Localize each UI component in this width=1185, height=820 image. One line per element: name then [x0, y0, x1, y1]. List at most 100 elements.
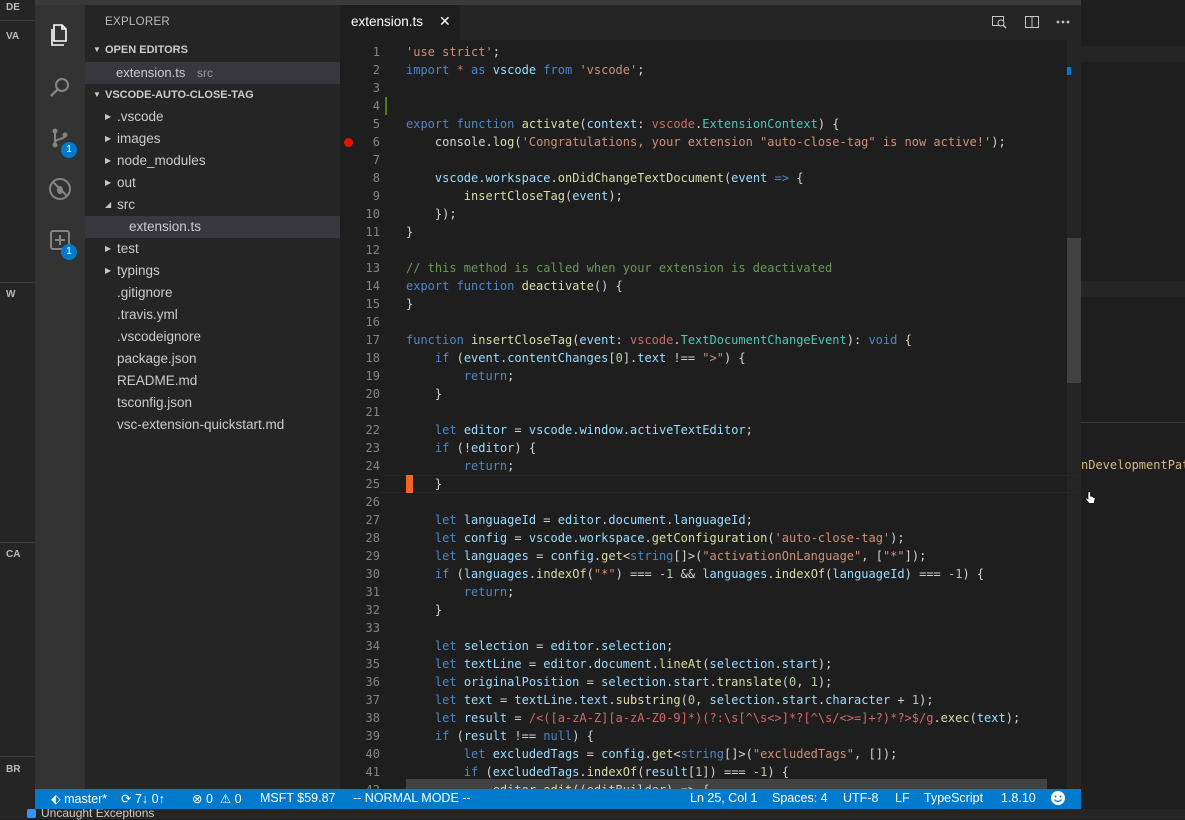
open-editors-header[interactable]: ▼ OPEN EDITORS	[85, 39, 340, 61]
code-line[interactable]: vscode.workspace.onDidChangeTextDocument…	[406, 169, 804, 187]
code-editor[interactable]: 1 'use strict'; 2 import * as vscode from '…	[340, 40, 1081, 789]
code-line[interactable]: if (!editor) {	[406, 439, 536, 457]
chevron-right-icon: ▶	[105, 244, 112, 253]
line-number: 25	[365, 477, 380, 491]
line-number: 36	[365, 675, 380, 689]
end-of-line[interactable]: LF	[895, 791, 910, 805]
tree-folder[interactable]: ▶ typings	[85, 260, 340, 282]
code-line[interactable]: let excludedTags = config.get<string[]>(…	[406, 745, 898, 763]
vim-mode: -- NORMAL MODE --	[353, 791, 471, 805]
code-line[interactable]: insertCloseTag(event);	[406, 187, 623, 205]
code-line[interactable]: 'use strict';	[406, 43, 500, 61]
code-line[interactable]: import * as vscode from 'vscode';	[406, 61, 644, 79]
stock-ticker[interactable]: MSFT $59.87	[260, 791, 336, 805]
code-line[interactable]: return;	[406, 367, 515, 385]
code-line[interactable]: function insertCloseTag(event: vscode.Te…	[406, 331, 912, 349]
tree-item-label: src	[117, 197, 135, 212]
tree-folder[interactable]: ▶ test	[85, 238, 340, 260]
more-actions-icon[interactable]	[1054, 13, 1072, 31]
tree-file[interactable]: README.md	[85, 370, 340, 392]
code-line[interactable]: // this method is called when your exten…	[406, 259, 832, 277]
line-number: 5	[372, 117, 380, 131]
version[interactable]: 1.8.10	[1001, 791, 1036, 805]
indentation[interactable]: Spaces: 4	[772, 791, 828, 805]
code-line[interactable]: if (languages.indexOf("*") === -1 && lan…	[406, 565, 984, 583]
code-line[interactable]: let selection = editor.selection;	[406, 637, 673, 655]
explorer-icon[interactable]	[35, 10, 85, 60]
scrollbar-thumb[interactable]	[1067, 238, 1081, 383]
tree-item-label: extension.ts	[129, 219, 202, 234]
feedback-smiley-icon[interactable]	[1050, 790, 1066, 809]
tree-file[interactable]: .gitignore	[85, 282, 340, 304]
project-header[interactable]: ▼ VSCODE-AUTO-CLOSE-TAG	[85, 84, 340, 106]
code-line[interactable]: }	[406, 385, 442, 403]
language-mode[interactable]: TypeScript	[924, 791, 983, 805]
line-number: 4	[372, 99, 380, 113]
tree-folder[interactable]: ▶ images	[85, 128, 340, 150]
tree-item-label: .travis.yml	[117, 307, 178, 322]
code-line[interactable]: }	[406, 223, 413, 241]
code-line[interactable]: let text = textLine.text.substring(0, se…	[406, 691, 934, 709]
open-editor-item[interactable]: extension.ts src	[85, 62, 340, 84]
code-line[interactable]: let languages = config.get<string[]>("ac…	[406, 547, 926, 565]
source-control-icon[interactable]: 1	[35, 113, 85, 163]
tree-folder[interactable]: ▶ out	[85, 172, 340, 194]
line-number: 26	[365, 495, 380, 509]
code-line[interactable]: if (excludedTags.indexOf(result[1]) === …	[406, 763, 789, 781]
close-icon[interactable]: ✕	[439, 13, 451, 30]
extensions-icon[interactable]: 1	[35, 215, 85, 265]
code-line[interactable]: let editor = vscode.window.activeTextEdi…	[406, 421, 753, 439]
breakpoint-icon[interactable]	[344, 138, 353, 147]
code-line[interactable]: let result = /<([a-zA-Z][a-zA-Z0-9]*)(?:…	[406, 709, 1020, 727]
code-line[interactable]: export function activate(context: vscode…	[406, 115, 840, 133]
code-line[interactable]: }	[406, 295, 413, 313]
tree-folder[interactable]: ▶ node_modules	[85, 150, 340, 172]
code-line[interactable]: return;	[406, 583, 515, 601]
chevron-down-icon: ▼	[93, 45, 101, 54]
code-line[interactable]: }	[406, 601, 442, 619]
tree-file[interactable]: .vscodeignore	[85, 326, 340, 348]
tree-file[interactable]: extension.ts	[85, 216, 340, 238]
line-number: 17	[365, 333, 380, 347]
line-number: 20	[365, 387, 380, 401]
tree-folder[interactable]: ▶ .vscode	[85, 106, 340, 128]
tree-item-label: images	[117, 131, 161, 146]
code-line[interactable]: let config = vscode.workspace.getConfigu…	[406, 529, 905, 547]
code-line[interactable]: let originalPosition = selection.start.t…	[406, 673, 832, 691]
sync-item[interactable]: ⟳ 7↓ 0↑	[121, 791, 165, 806]
problems-item[interactable]: ⊗ 0 ⚠ 0	[192, 791, 242, 806]
code-line[interactable]: let languageId = editor.document.languag…	[406, 511, 753, 529]
tree-file[interactable]: .travis.yml	[85, 304, 340, 326]
code-line[interactable]: });	[406, 205, 457, 223]
line-number: 10	[365, 207, 380, 221]
line-number: 16	[365, 315, 380, 329]
code-line[interactable]: let textLine = editor.document.lineAt(se…	[406, 655, 832, 673]
open-changes-icon[interactable]	[990, 13, 1008, 31]
code-line[interactable]: if (result !== null) {	[406, 727, 594, 745]
branch-item[interactable]: ⬖ master*	[51, 791, 107, 806]
line-number: 34	[365, 639, 380, 653]
code-line[interactable]: return;	[406, 457, 515, 475]
search-icon[interactable]	[35, 62, 85, 112]
code-line[interactable]: console.log('Congratulations, your exten…	[406, 133, 1006, 151]
checkbox-icon[interactable]	[27, 809, 36, 818]
code-line[interactable]: export function deactivate() {	[406, 277, 623, 295]
code-line[interactable]: editor.edit((editBuilder) => {	[406, 781, 710, 789]
code-line[interactable]: if (event.contentChanges[0].text !== ">"…	[406, 349, 746, 367]
tree-item-label: tsconfig.json	[117, 395, 193, 410]
cursor-position[interactable]: Ln 25, Col 1	[690, 791, 757, 805]
tree-item-label: .gitignore	[117, 285, 173, 300]
tree-file[interactable]: vsc-extension-quickstart.md	[85, 414, 340, 436]
tree-file[interactable]: tsconfig.json	[85, 392, 340, 414]
encoding[interactable]: UTF-8	[843, 791, 878, 805]
split-editor-icon[interactable]	[1023, 13, 1041, 31]
tab-extension-ts[interactable]: extension.ts ✕	[340, 5, 460, 40]
line-number: 19	[365, 369, 380, 383]
vertical-scrollbar[interactable]	[1067, 40, 1081, 789]
bg-divider	[0, 756, 35, 757]
tree-folder[interactable]: ◢ src	[85, 194, 340, 216]
code-line[interactable]: }	[406, 475, 442, 493]
line-number: 9	[372, 189, 380, 203]
debug-icon[interactable]	[35, 164, 85, 214]
tree-file[interactable]: package.json	[85, 348, 340, 370]
